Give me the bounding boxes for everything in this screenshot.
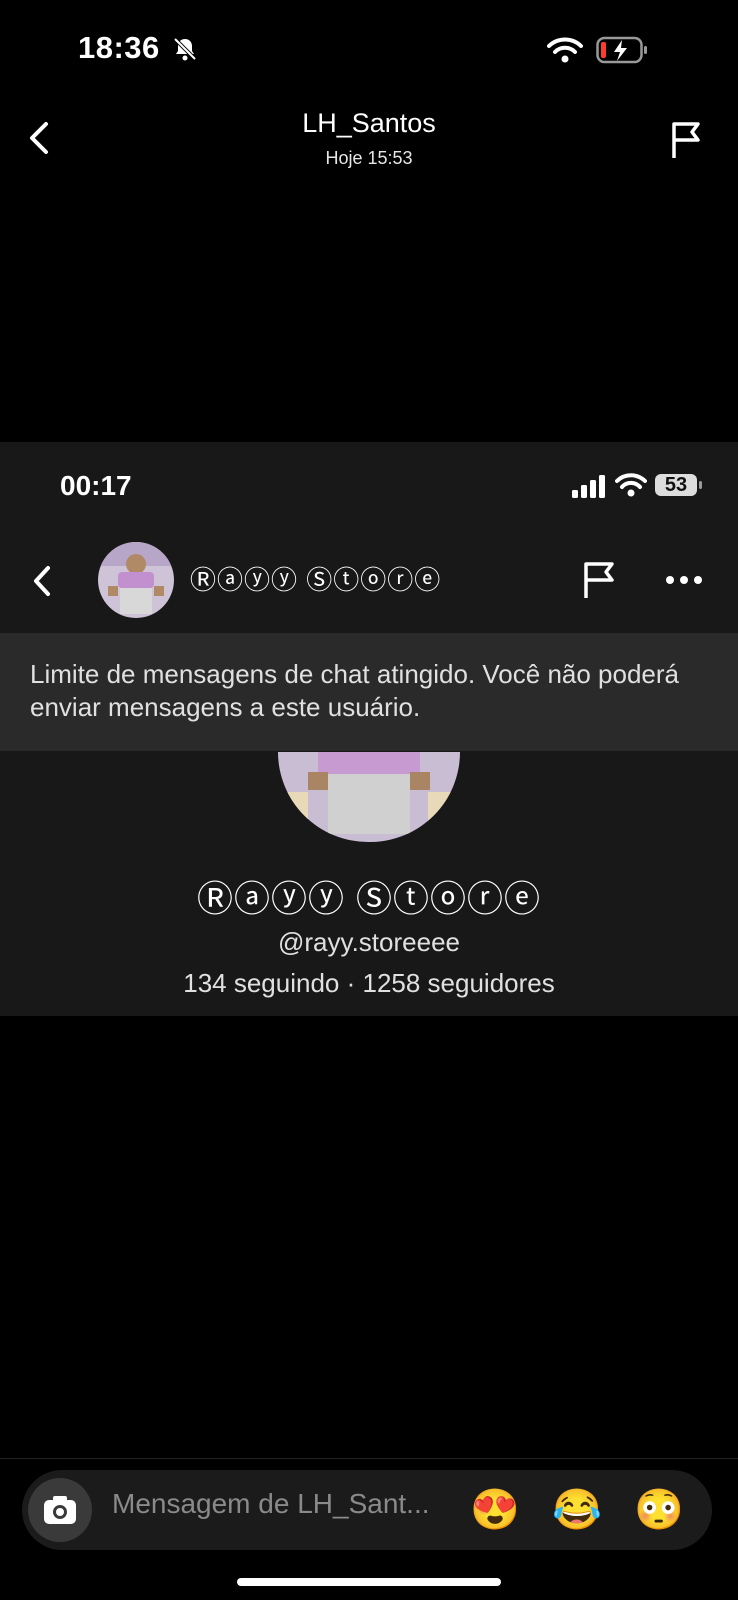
screenshot-wifi-icon [615, 473, 647, 497]
battery-level-text: 53 [664, 474, 688, 496]
reaction-tears-of-joy[interactable]: 😂 [552, 1486, 602, 1534]
reaction-heart-eyes[interactable]: 😍 [470, 1486, 520, 1534]
battery-charging-icon [596, 36, 647, 64]
screenshot-status-time: 00:17 [60, 470, 132, 501]
message-input[interactable]: Mensagem de LH_Sant... [112, 1488, 442, 1520]
bell-muted-icon [173, 37, 197, 61]
camera-button[interactable] [28, 1478, 92, 1542]
camera-icon [44, 1496, 76, 1524]
screenshot-chat-name: Ⓡⓐⓨⓨ Ⓢⓣⓞⓡⓔ [190, 565, 442, 595]
profile-stats: 134 seguindo · 1258 seguidores [183, 968, 555, 998]
screenshot-chat-avatar [98, 542, 174, 618]
profile-handle: @rayy.storeeee [278, 927, 460, 957]
home-indicator[interactable] [237, 1578, 501, 1586]
composer-divider [0, 1458, 738, 1459]
reaction-flushed[interactable]: 😳 [634, 1486, 684, 1534]
screenshot-flag-icon [584, 562, 614, 598]
cellular-signal-icon [572, 475, 605, 498]
wifi-icon [547, 37, 583, 63]
more-options-icon [666, 576, 702, 584]
status-time: 18:36 [78, 30, 160, 65]
screenshot-battery-icon: 53 [654, 472, 704, 498]
message-limit-text: Limite de mensagens de chat atingido. Vo… [30, 659, 680, 722]
screenshot-back-arrow-icon [34, 566, 50, 596]
conversation-timestamp: Hoje 15:53 [325, 148, 413, 168]
profile-name: Ⓡⓐⓨⓨ Ⓢⓣⓞⓡⓔ [196, 878, 541, 919]
report-flag-icon[interactable] [668, 118, 708, 162]
conversation-title: LH_Santos [302, 108, 436, 138]
